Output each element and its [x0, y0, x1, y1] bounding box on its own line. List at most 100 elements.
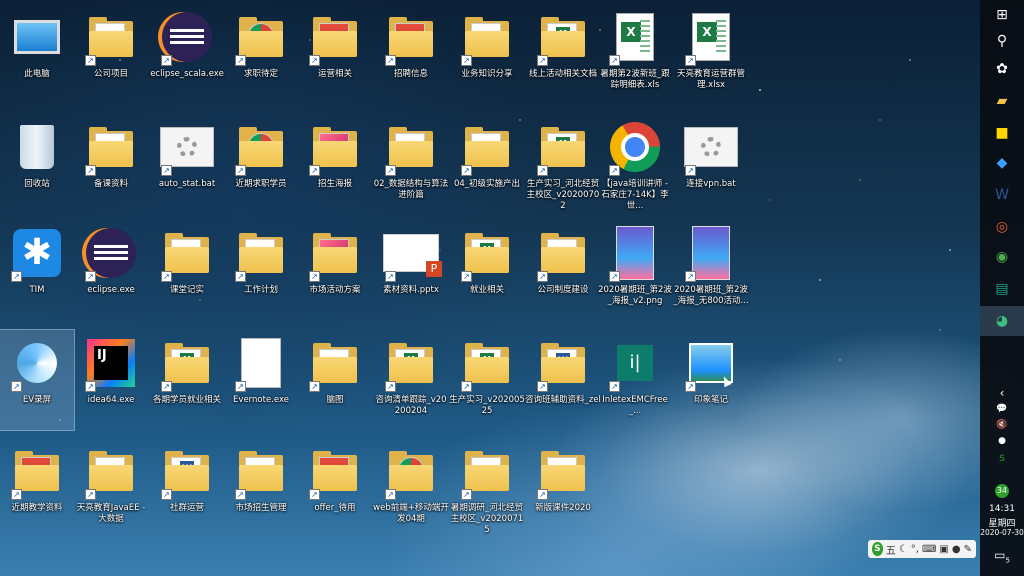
desktop-icon-label: 新版课件2020 [535, 503, 591, 513]
desktop-icon[interactable]: 此电脑 [0, 4, 74, 104]
desktop-icon[interactable]: ↗ offer_待用 [298, 438, 372, 538]
desktop-icon[interactable]: ↗ auto_stat.bat [150, 114, 224, 214]
desktop-icon[interactable]: ↗ 业务知识分享 [450, 4, 524, 104]
desktop-icon-glyph: ↗ [83, 442, 139, 500]
desktop-icon[interactable]: ↗ 公司制度建设 [526, 220, 600, 320]
desktop-icon[interactable]: ↗ web前端+移动端开发04期 [373, 438, 449, 538]
desktop-icon[interactable]: ↗ 咨询班辅助资料_zel [525, 330, 601, 430]
desktop-icon[interactable]: ↗ 【java培训讲师 - 石家庄7-14K】李世... [598, 114, 672, 214]
sogou-ime-icon[interactable]: S [872, 542, 883, 556]
ime-punct-icon[interactable]: °, [911, 544, 919, 555]
ime-keyboard-icon[interactable]: ⌨ [922, 544, 936, 555]
desktop-icon[interactable]: ↗ 运营相关 [298, 4, 372, 104]
desktop-icon[interactable]: ↗ 市场招生管理 [224, 438, 298, 538]
sogou-tray-icon[interactable]: S [980, 454, 1024, 464]
desktop-icon[interactable]: ↗ 工作计划 [224, 220, 298, 320]
ime-language[interactable]: 五 [886, 542, 896, 557]
desktop-icon[interactable]: X ↗ 暑期第2波新班_跟踪明细表.xls [598, 4, 672, 104]
tray-badge[interactable]: 34 [980, 484, 1024, 498]
desktop-icon[interactable]: ↗ 各期学员就业相关 [150, 330, 224, 430]
explorer-icon[interactable]: ▰ [980, 86, 1024, 116]
desktop-icon[interactable]: ↗ 近期求职学员 [224, 114, 298, 214]
desktop-icon[interactable]: ↗ 近期教学资料 [0, 438, 74, 538]
browser-icon[interactable]: ◎ [980, 212, 1024, 242]
desktop-icon[interactable]: ↗ EV录屏 [0, 329, 75, 431]
desktop-icon[interactable]: X ↗ 天亮教育运营群管理.xlsx [674, 4, 748, 104]
folder-icon [89, 451, 133, 491]
desktop-icon[interactable]: ✱ ↗ TIM [0, 220, 74, 320]
desktop-icon-glyph: ↗ [383, 118, 439, 176]
tim-icon: ✱ [13, 229, 61, 277]
search-icon[interactable]: ⚲ [980, 26, 1024, 56]
qq-tray-icon[interactable]: ● [980, 436, 1024, 446]
desktop-icon-label: 近期教学资料 [11, 503, 63, 513]
desktop-icon-label: 市场招生管理 [235, 503, 287, 513]
network-icon[interactable]: ✿ [980, 54, 1024, 84]
tray-expand-icon[interactable]: ‹ [980, 386, 1024, 400]
chrome-icon[interactable]: ◉ [980, 242, 1024, 272]
desktop-icon-label: web前端+移动端开发04期 [373, 503, 449, 524]
desktop-icon[interactable]: ↗ eclipse_scala.exe [150, 4, 224, 104]
desktop-icon[interactable]: 回收站 [0, 114, 74, 214]
desktop-icon-glyph: ↗ [9, 442, 65, 500]
shortcut-arrow-icon: ↗ [161, 381, 172, 392]
desktop-icon[interactable]: ↗ 连接vpn.bat [674, 114, 748, 214]
desktop-icon[interactable]: ↗ 04_初级实施产出 [450, 114, 524, 214]
clock-time[interactable]: 14:31 [980, 504, 1024, 514]
notification-center-icon[interactable]: ▭5 [980, 548, 1024, 564]
volume-muted-icon[interactable]: 🔇 [980, 420, 1024, 430]
desktop-icon-glyph: ↗ [683, 224, 739, 282]
desktop-icon[interactable]: ↗ 线上活动相关文档 [526, 4, 600, 104]
desktop-icon-label: 暑期调研_河北经贸主校区_v20200715 [450, 503, 524, 535]
desktop-icon[interactable]: ↗ 2020暑期班_第2波_海报_v2.png [598, 220, 672, 320]
inletex-icon[interactable]: ▤ [980, 274, 1024, 304]
desktop-icon[interactable]: ↗ 就业相关 [450, 220, 524, 320]
desktop-icon[interactable]: ↗ 生产实习_v20200525 [449, 330, 525, 430]
desktop-icon[interactable]: i| ↗ InletexEMCFree_... [598, 330, 672, 430]
desktop-icon[interactable]: ↗ 素材资料.pptx [374, 220, 448, 320]
desktop-icon[interactable]: ↗ 招生海报 [298, 114, 372, 214]
desktop-icon[interactable]: ↗ 02_数据结构与算法进阶篇 [374, 114, 448, 214]
desktop-icon[interactable]: ↗ 生产实习_河北经贸主校区_v20200702 [526, 114, 600, 214]
desktop-icon[interactable]: ↗ 课堂记实 [150, 220, 224, 320]
desktop-icon[interactable]: ↗ 2020暑期班_第2波_海报_无800活动... [673, 220, 749, 320]
desktop-icon[interactable]: ↗ 天亮教育JavaEE - 大数据 [74, 438, 148, 538]
excel-file-icon: X [616, 13, 654, 61]
clock-date[interactable]: 2020-07-30 [980, 528, 1024, 537]
desktop-icon-glyph [9, 118, 65, 176]
ime-skin-icon[interactable]: ▣ [939, 544, 948, 555]
desktop-icon[interactable]: ↗ 脑图 [298, 330, 372, 430]
ime-settings-icon[interactable]: ✎ [964, 544, 972, 555]
word-icon[interactable]: W [980, 180, 1024, 210]
folder-icon [89, 127, 133, 167]
desktop-icon-label: 暑期第2波新班_跟踪明细表.xls [600, 69, 670, 90]
desktop-icon[interactable]: ↗ 新版课件2020 [526, 438, 600, 538]
desktop-icon-glyph: ↗ [459, 442, 515, 500]
desktop-icon[interactable]: ↗ 咨询清单跟踪_v20200204 [374, 330, 448, 430]
desktop-icon[interactable]: ↗ eclipse.exe [74, 220, 148, 320]
desktop-icon[interactable]: ↗ 社群运营 [150, 438, 224, 538]
ime-toolbar[interactable]: S 五 ☾ °, ⌨ ▣ ● ✎ [868, 540, 976, 558]
folder-icon [389, 127, 433, 167]
desktop-icon[interactable]: ↗ 印象笔记 [674, 330, 748, 430]
desktop-icon[interactable]: ↗ 招聘信息 [374, 4, 448, 104]
desktop-icon-label: 运营相关 [317, 69, 352, 79]
desktop-icon[interactable]: ↗ 暑期调研_河北经贸主校区_v20200715 [450, 438, 524, 538]
ime-moon-icon[interactable]: ☾ [899, 544, 908, 555]
desktop-icon-label: 【java培训讲师 - 石家庄7-14K】李世... [601, 179, 669, 211]
desktop-icon-glyph: ↗ [459, 118, 515, 176]
desktop-icon-label: 市场活动方案 [309, 285, 361, 295]
sticky-notes-icon[interactable]: ■ [980, 118, 1024, 148]
shortcut-arrow-icon: ↗ [461, 55, 472, 66]
desktop-icon[interactable]: ↗ 市场活动方案 [298, 220, 372, 320]
desktop-icon[interactable]: ↗ 备课资料 [74, 114, 148, 214]
desktop-icon[interactable]: IJ ↗ idea64.exe [74, 330, 148, 430]
desktop-icon[interactable]: ↗ Evernote.exe [224, 330, 298, 430]
desktop-icon[interactable]: ↗ 求职待定 [224, 4, 298, 104]
wechat-tray-icon[interactable]: 💬 [980, 404, 1024, 414]
app-icon[interactable]: ◕ [980, 306, 1024, 336]
ime-user-icon[interactable]: ● [952, 544, 961, 555]
desktop-icon-label: 各期学员就业相关 [152, 395, 221, 405]
desktop-icon[interactable]: ↗ 公司项目 [74, 4, 148, 104]
feishu-icon[interactable]: ◆ [980, 148, 1024, 178]
